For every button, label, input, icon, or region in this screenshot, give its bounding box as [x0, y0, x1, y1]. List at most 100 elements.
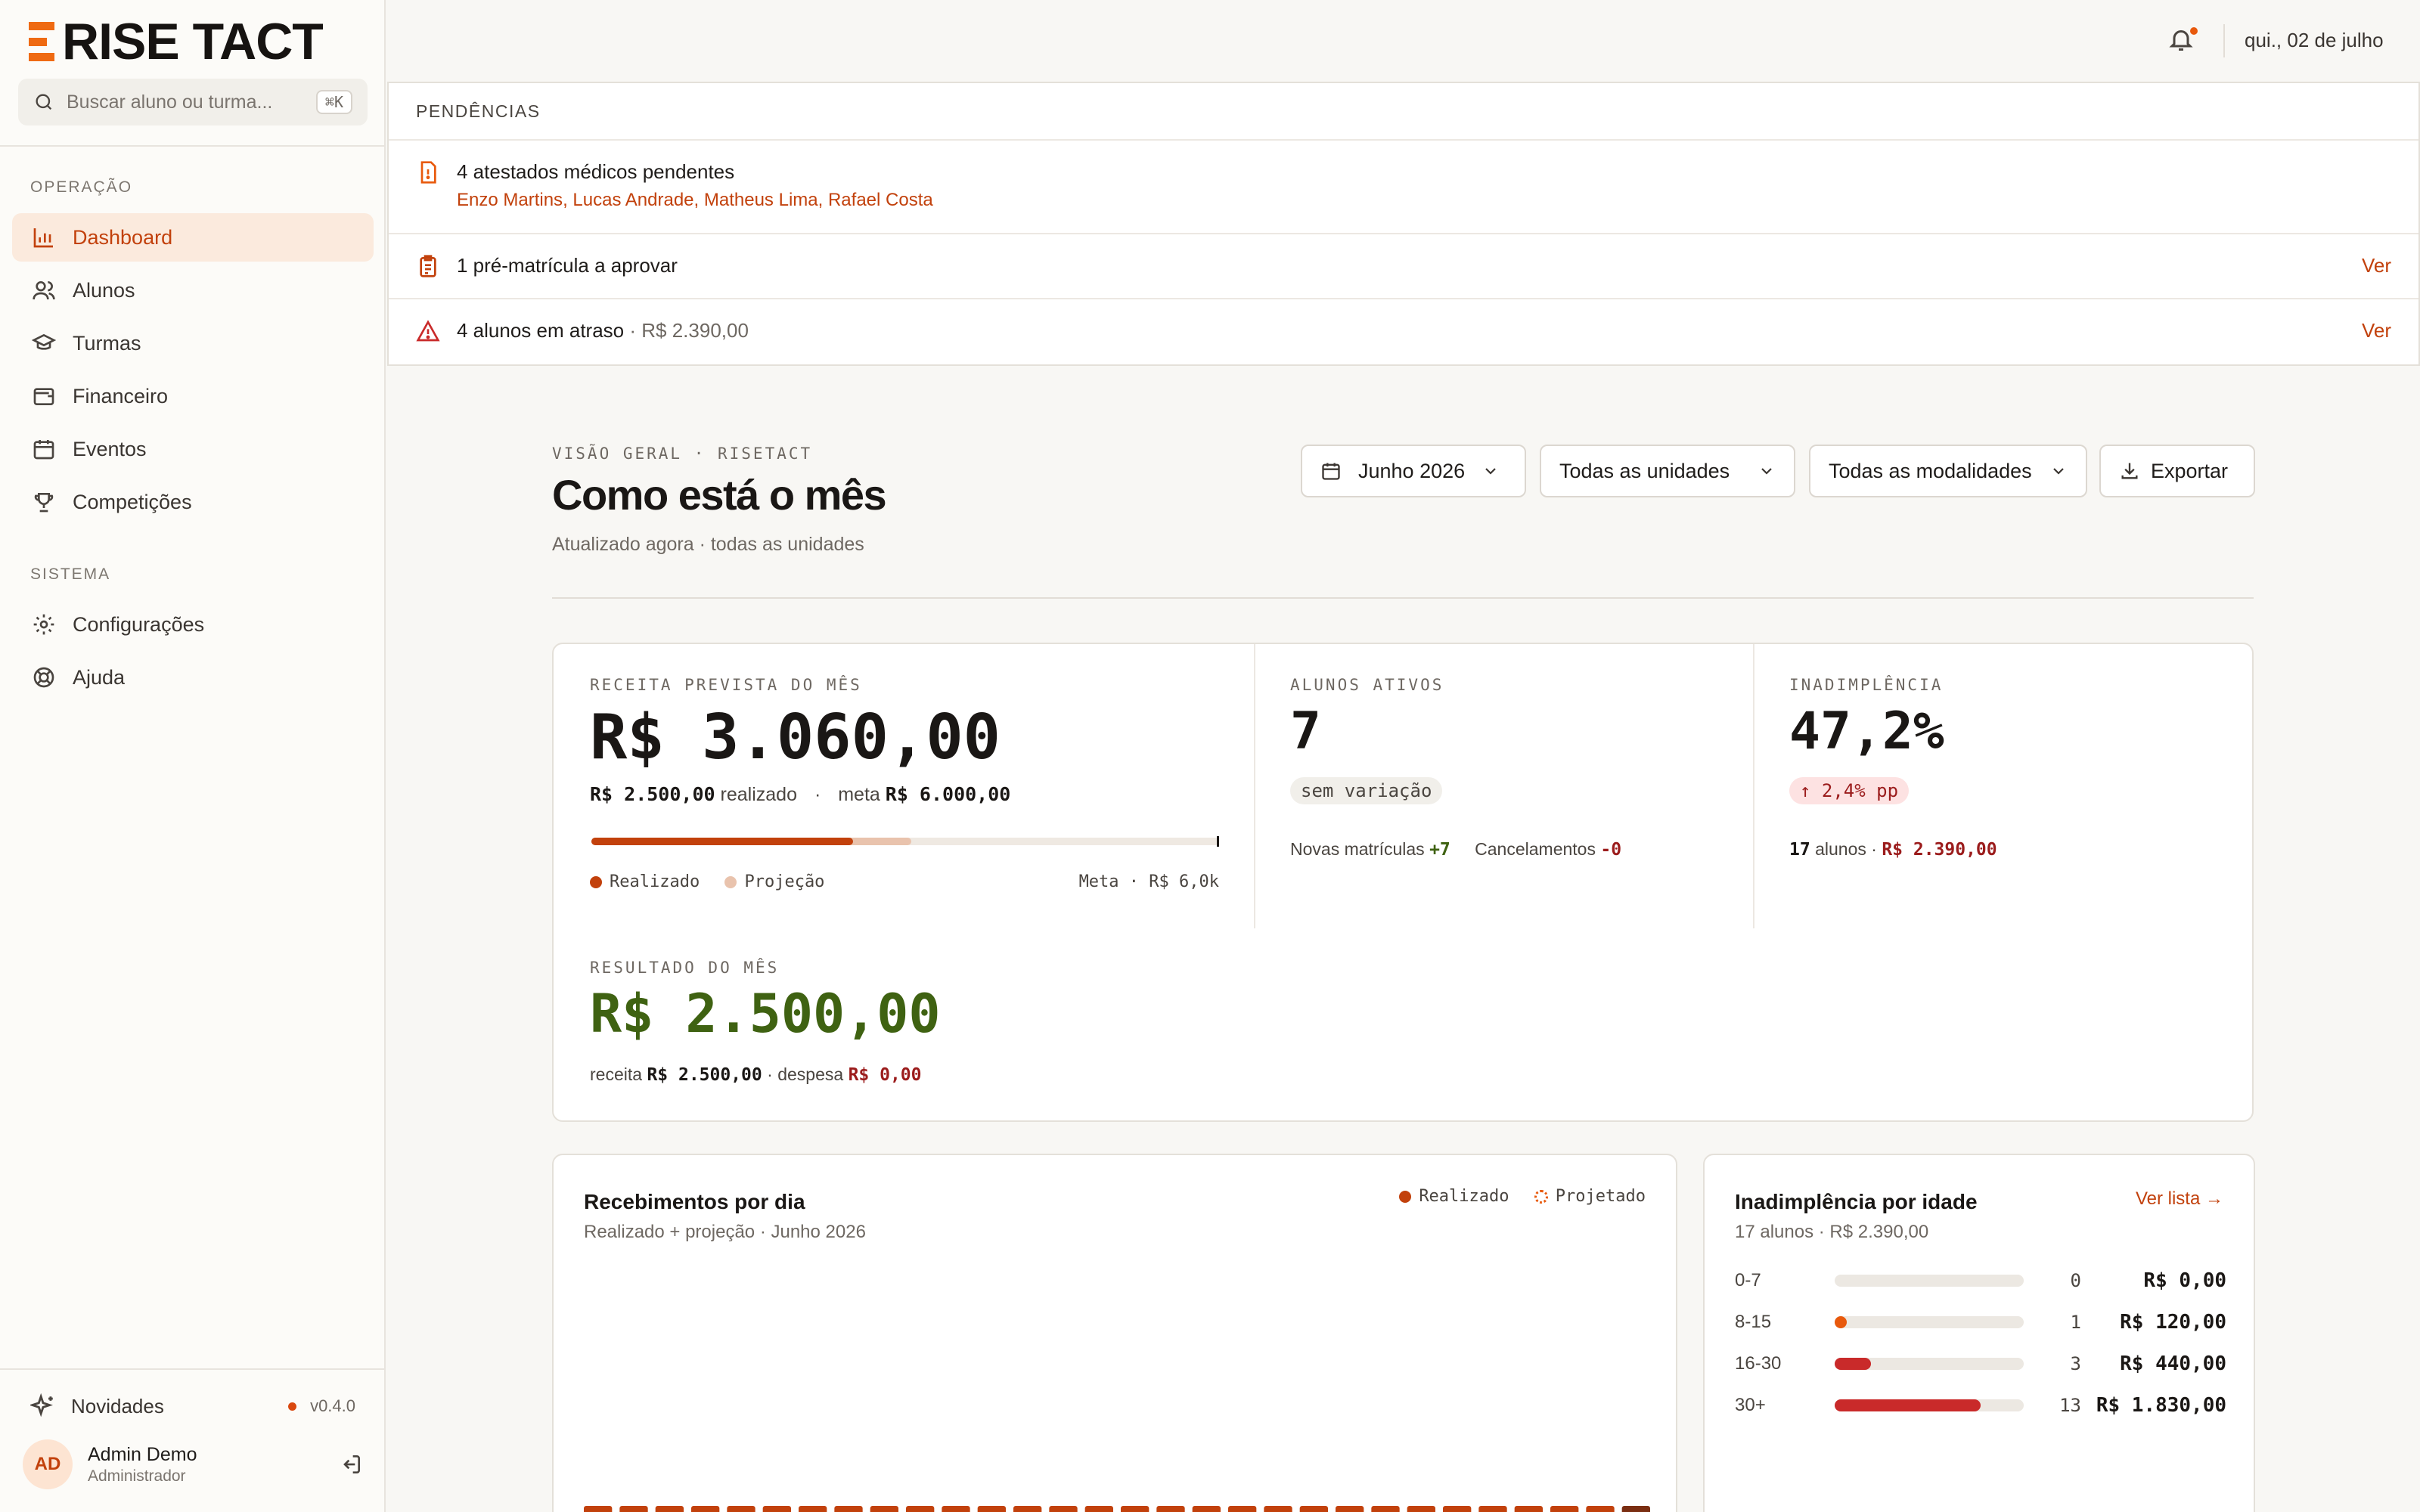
new-enrollments-value: +7 — [1429, 840, 1450, 860]
clipboard-icon — [420, 255, 436, 277]
daily-bar — [655, 1506, 684, 1512]
pending-title: PENDÊNCIAS — [389, 83, 2418, 141]
brand-logo[interactable]: RISE TACT — [29, 13, 324, 70]
unit-select[interactable]: Todas as unidades — [1540, 445, 1795, 497]
download-icon — [2121, 463, 2138, 479]
pending-item-prematricula[interactable]: 1 pré-matrícula a aprovar Ver — [389, 234, 2418, 299]
revenue-label: RECEITA PREVISTA DO MÊS — [590, 676, 862, 694]
daily-bar — [1550, 1506, 1579, 1512]
aging-title: Inadimplência por idade — [1735, 1190, 1978, 1213]
default-details: 17 alunos · R$ 2.390,00 — [1789, 839, 1997, 860]
daily-bar — [942, 1506, 970, 1512]
user-profile[interactable]: AD Admin Demo Administrador — [23, 1438, 363, 1491]
aging-range: 0-7 — [1735, 1270, 1761, 1290]
current-date: qui., 02 de julho — [2245, 29, 2384, 51]
aging-bar-fill — [1835, 1399, 1981, 1411]
result-label: RESULTADO DO MÊS — [590, 959, 780, 977]
revenue-goal-marker — [1217, 836, 1219, 847]
daily-bar — [1192, 1506, 1221, 1512]
daily-bar — [1478, 1506, 1507, 1512]
student-link[interactable]: Rafael Costa — [828, 190, 933, 210]
daily-chart-title: Recebimentos por dia — [584, 1190, 805, 1213]
revenue-goal-value: R$ 6.000,00 — [885, 783, 1011, 805]
aging-range: 30+ — [1735, 1395, 1766, 1415]
daily-bar — [1443, 1506, 1472, 1512]
daily-bar — [834, 1506, 863, 1512]
sidebar-item-alunos[interactable]: Alunos — [12, 266, 374, 314]
news-link[interactable]: Novidades v0.4.0 — [30, 1388, 355, 1424]
sidebar-item-competicoes[interactable]: Competições — [12, 478, 374, 526]
brand-name: RISE TACT — [62, 13, 324, 70]
sidebar: RISE TACT ⌘K OPERAÇÃO Dashboard Alunos T… — [0, 0, 386, 1512]
sidebar-item-label: Financeiro — [73, 384, 169, 407]
pending-item-text: 4 alunos em atraso — [457, 319, 625, 342]
pending-item-atestados[interactable]: 4 atestados médicos pendentes Enzo Marti… — [389, 141, 2418, 234]
warning-triangle-icon — [416, 320, 440, 342]
sidebar-item-eventos[interactable]: Eventos — [12, 425, 374, 473]
daily-bar — [1621, 1506, 1650, 1512]
daily-bar — [1121, 1506, 1150, 1512]
student-link[interactable]: Matheus Lima — [704, 190, 818, 210]
aging-amount: R$ 0,00 — [2143, 1269, 2226, 1292]
daily-bar — [1336, 1506, 1364, 1512]
pending-item-amount: · R$ 2.390,00 — [629, 319, 749, 342]
default-variation-badge: ↑ 2,4% pp — [1789, 777, 1910, 804]
revenue-goal-short: Meta · R$ 6,0k — [1078, 872, 1219, 891]
export-button[interactable]: Exportar — [2099, 445, 2255, 497]
revenue-realized-value: R$ 2.500,00 — [590, 783, 715, 805]
daily-chart-subtitle: Realizado + projeção · Junho 2026 — [584, 1222, 866, 1242]
daily-chart-legend: Realizado Projetado — [1399, 1187, 1646, 1206]
student-link[interactable]: Lucas Andrade — [572, 190, 693, 210]
export-label: Exportar — [2151, 459, 2229, 482]
pending-item-title: 4 atestados médicos pendentes — [457, 160, 735, 183]
revenue-progress-bar — [591, 836, 1219, 847]
notification-dot — [2190, 27, 2198, 35]
aging-count: 3 — [2070, 1353, 2081, 1374]
aging-bar-track — [1835, 1358, 2024, 1370]
trophy-icon — [34, 493, 54, 513]
aging-row: 8-15 1 R$ 120,00 — [1735, 1307, 2234, 1337]
student-link[interactable]: Enzo Martins — [457, 190, 563, 210]
view-atraso-link[interactable]: Ver — [2362, 319, 2391, 342]
revenue-breakdown: R$ 2.500,00 realizado · meta R$ 6.000,00 — [590, 783, 1010, 806]
chevron-down-icon — [2053, 468, 2064, 475]
cancellations-label: Cancelamentos — [1475, 839, 1596, 859]
default-count: 17 — [1789, 840, 1810, 860]
search-input[interactable] — [67, 91, 316, 113]
kpi-card: RECEITA PREVISTA DO MÊS R$ 3.060,00 R$ 2… — [552, 643, 2254, 1122]
daily-bar — [584, 1506, 613, 1512]
sidebar-item-dashboard[interactable]: Dashboard — [12, 213, 374, 262]
sidebar-item-ajuda[interactable]: Ajuda — [12, 653, 374, 702]
pending-item-atraso[interactable]: 4 alunos em atraso · R$ 2.390,00 Ver — [389, 299, 2418, 364]
sidebar-item-label: Configurações — [73, 612, 205, 636]
daily-bar — [1586, 1506, 1615, 1512]
kpi-divider — [1753, 644, 1754, 928]
students-variation-badge: sem variação — [1290, 777, 1443, 804]
view-prematricula-link[interactable]: Ver — [2362, 254, 2391, 277]
user-name: Admin Demo — [88, 1443, 197, 1465]
aging-bar-fill — [1835, 1358, 1871, 1370]
view-list-link[interactable]: Ver lista → — [2136, 1188, 2223, 1210]
calendar-icon — [1322, 463, 1340, 480]
month-select[interactable]: Junho 2026 — [1301, 445, 1526, 497]
daily-bar — [1013, 1506, 1042, 1512]
sidebar-item-configuracoes[interactable]: Configurações — [12, 600, 374, 649]
daily-bar — [1264, 1506, 1292, 1512]
revenue-separator: · — [814, 784, 821, 805]
sidebar-item-label: Turmas — [73, 331, 141, 355]
daily-bar — [1514, 1506, 1543, 1512]
sparkles-icon — [30, 1393, 53, 1418]
logo-mark-icon — [29, 22, 54, 61]
logout-icon[interactable] — [339, 1452, 363, 1476]
search-box[interactable]: ⌘K — [18, 79, 368, 125]
revenue-realized-fill — [591, 838, 853, 845]
page-title: Como está o mês — [552, 471, 887, 519]
user-info: Admin Demo Administrador — [88, 1444, 197, 1486]
sidebar-item-turmas[interactable]: Turmas — [12, 319, 374, 367]
users-icon — [33, 281, 55, 300]
daily-bar — [1084, 1506, 1113, 1512]
sidebar-item-financeiro[interactable]: Financeiro — [12, 372, 374, 420]
modality-select[interactable]: Todas as modalidades — [1809, 445, 2087, 497]
search-icon — [36, 94, 52, 110]
calendar-icon — [33, 440, 54, 460]
